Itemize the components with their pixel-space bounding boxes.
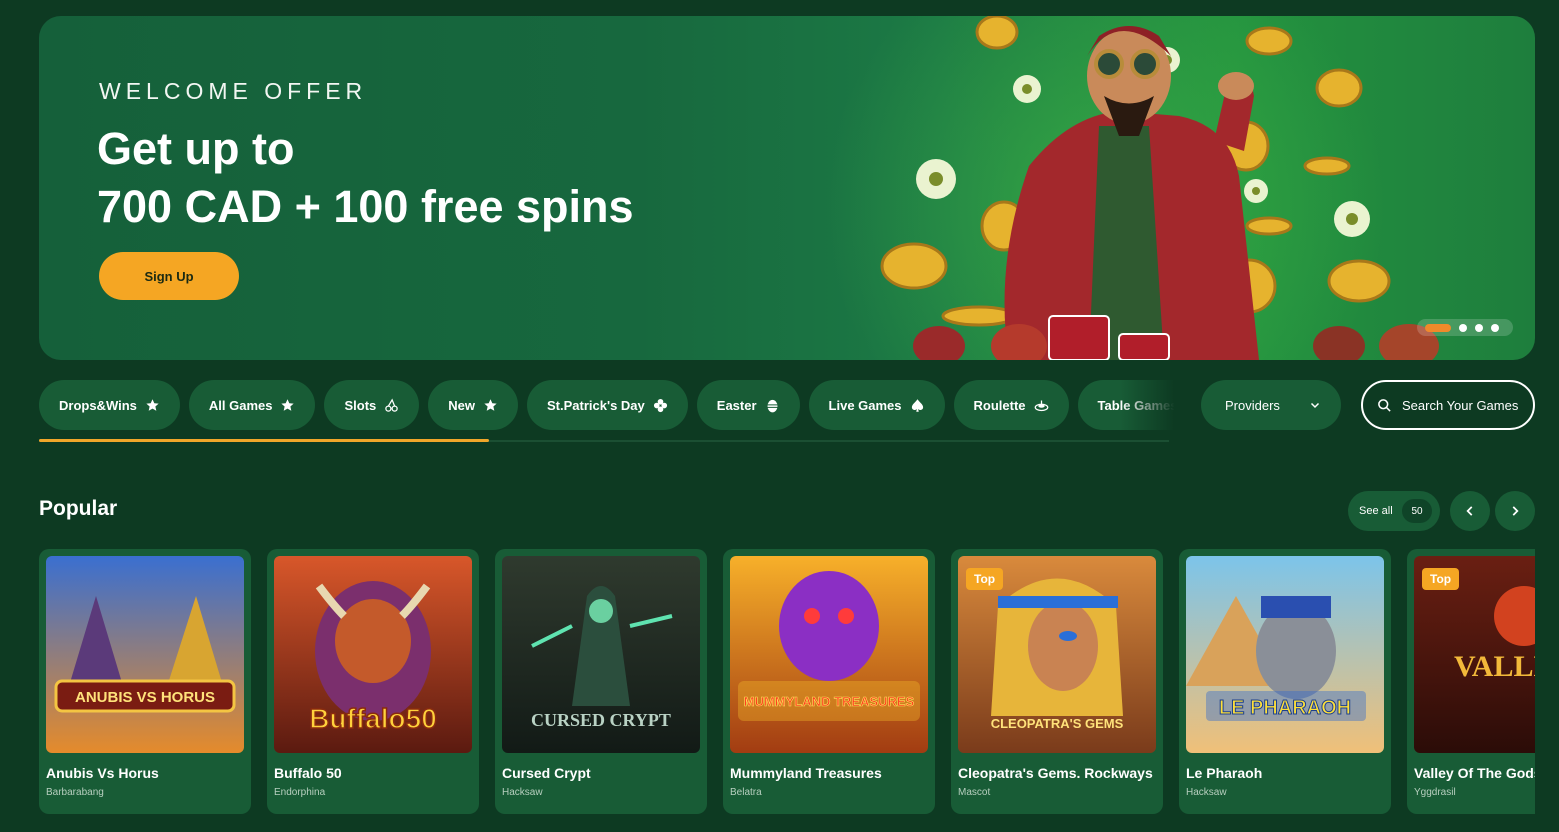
category-slots[interactable]: Slots <box>324 380 420 430</box>
category-roulette[interactable]: Roulette <box>953 380 1069 430</box>
scroll-right-button[interactable] <box>1495 491 1535 531</box>
game-provider: Yggdrasil <box>1414 787 1456 798</box>
game-thumbnail[interactable]: ANUBIS VS HORUS <box>46 556 244 753</box>
carousel-dot-1[interactable] <box>1425 323 1451 332</box>
star-icon <box>484 398 497 411</box>
top-badge: Top <box>1422 568 1460 590</box>
hero-title-line1: Get up to <box>97 123 295 174</box>
see-all-label: See all <box>1359 505 1393 517</box>
game-thumbnail[interactable]: CLEOPATRA'S GEMS Top <box>958 556 1156 753</box>
art-text: MUMMYLAND TREASURES <box>744 694 915 709</box>
category-scroll-progress[interactable] <box>39 439 489 442</box>
category-label: New <box>448 397 476 413</box>
game-name: Cursed Crypt <box>502 765 591 781</box>
game-provider: Endorphina <box>274 787 326 798</box>
category-label: Slots <box>344 397 377 413</box>
category-label: St.Patrick's Day <box>547 397 645 413</box>
see-all-button[interactable]: See all 50 <box>1348 491 1440 531</box>
category-live-games[interactable]: Live Games <box>808 380 945 430</box>
category-label: All Games <box>208 397 273 413</box>
category-label: Roulette <box>973 397 1026 413</box>
game-thumbnail[interactable]: MUMMYLAND TREASURES <box>730 556 928 753</box>
game-provider: Belatra <box>730 787 762 798</box>
star-icon <box>146 398 159 411</box>
mummyland-treasures-art: MUMMYLAND TREASURES <box>730 556 928 753</box>
providers-label: Providers <box>1225 397 1280 413</box>
game-provider: Barbarabang <box>46 787 104 798</box>
cursed-crypt-art: CURSED CRYPT <box>502 556 700 753</box>
game-thumbnail[interactable]: Buffalo50 <box>274 556 472 753</box>
see-all-count: 50 <box>1402 499 1432 523</box>
game-card[interactable]: CURSED CRYPT Cursed Crypt Hacksaw <box>495 549 707 814</box>
game-card[interactable]: LE PHARAOH Le Pharaoh Hacksaw <box>1179 549 1391 814</box>
category-bar-fade <box>1120 380 1184 430</box>
chevron-down-icon <box>1310 402 1320 409</box>
carousel-dot-2[interactable] <box>1459 323 1467 332</box>
hero-carousel-dots <box>1417 319 1513 336</box>
category-label: Drops&Wins <box>59 397 137 413</box>
category-easter[interactable]: Easter <box>696 380 800 430</box>
search-games-button[interactable]: Search Your Games <box>1361 380 1535 430</box>
chevron-left-icon <box>1466 506 1473 516</box>
hero-character-illustration <box>880 16 1439 360</box>
game-name: Anubis Vs Horus <box>46 765 159 781</box>
game-card[interactable]: Buffalo50 Buffalo 50 Endorphina <box>267 549 479 814</box>
search-label: Search Your Games <box>1402 397 1519 413</box>
category-new[interactable]: New <box>428 380 519 430</box>
game-name: Valley Of The Gods <box>1414 765 1535 781</box>
art-text: VALLEY OF THE GODS <box>1454 650 1535 683</box>
popular-games-row: ANUBIS VS HORUS Anubis Vs Horus Barbarab… <box>39 549 1535 814</box>
carousel-dot-3[interactable] <box>1475 323 1483 332</box>
game-provider: Mascot <box>958 787 991 798</box>
category-label: Live Games <box>828 397 902 413</box>
category-bar: Drops&Wins All Games Slots New St.Patric… <box>39 380 1184 430</box>
game-name: Mummyland Treasures <box>730 765 882 781</box>
game-name: Le Pharaoh <box>1186 765 1263 781</box>
art-text: CLEOPATRA'S GEMS <box>991 716 1124 731</box>
category-all-games[interactable]: All Games <box>188 380 316 430</box>
game-card[interactable]: VALLEY OF THE GODS Top Valley Of The God… <box>1407 549 1535 814</box>
roulette-icon <box>1034 400 1048 411</box>
hero-banner: WELCOME OFFER Get up to 700 CAD + 100 fr… <box>39 16 1535 360</box>
art-text: LE PHARAOH <box>1219 697 1351 719</box>
art-text: Buffalo50 <box>309 703 437 734</box>
sign-up-button[interactable]: Sign Up <box>99 252 239 300</box>
art-text: ANUBIS VS HORUS <box>75 689 215 706</box>
providers-dropdown[interactable]: Providers <box>1201 380 1341 430</box>
le-pharaoh-art: LE PHARAOH <box>1186 556 1384 753</box>
game-thumbnail[interactable]: VALLEY OF THE GODS Top <box>1414 556 1535 753</box>
section-title-popular: Popular <box>39 497 118 520</box>
category-label: Easter <box>716 397 757 413</box>
carousel-dot-4[interactable] <box>1491 323 1499 332</box>
game-card[interactable]: ANUBIS VS HORUS Anubis Vs Horus Barbarab… <box>39 549 251 814</box>
star-icon <box>281 398 295 411</box>
game-provider: Hacksaw <box>502 787 543 798</box>
spade-icon <box>911 398 923 412</box>
chevron-right-icon <box>1512 506 1519 516</box>
game-card[interactable]: CLEOPATRA'S GEMS Top Cleopatra's Gems. R… <box>951 549 1163 814</box>
game-card[interactable]: MUMMYLAND TREASURES Mummyland Treasures … <box>723 549 935 814</box>
anubis-vs-horus-art: ANUBIS VS HORUS <box>46 556 244 753</box>
game-provider: Hacksaw <box>1186 787 1227 798</box>
search-icon <box>1378 398 1391 412</box>
scroll-left-button[interactable] <box>1450 491 1490 531</box>
clover-icon <box>653 398 667 412</box>
egg-icon <box>767 399 778 412</box>
game-thumbnail[interactable]: CURSED CRYPT <box>502 556 700 753</box>
hero-kicker: WELCOME OFFER <box>99 78 368 104</box>
game-thumbnail[interactable]: LE PHARAOH <box>1186 556 1384 753</box>
hero-title: Get up to 700 CAD + 100 free spins <box>97 120 634 236</box>
top-badge: Top <box>966 568 1004 590</box>
buffalo-50-art: Buffalo50 <box>274 556 472 753</box>
category-drops-wins[interactable]: Drops&Wins <box>39 380 180 430</box>
cherry-icon <box>385 397 399 412</box>
hero-title-line2: 700 CAD + 100 free spins <box>97 181 634 232</box>
game-name: Cleopatra's Gems. Rockways <box>958 765 1153 781</box>
game-name: Buffalo 50 <box>274 765 342 781</box>
category-st-patricks-day[interactable]: St.Patrick's Day <box>527 380 688 430</box>
art-text: CURSED CRYPT <box>531 710 671 730</box>
